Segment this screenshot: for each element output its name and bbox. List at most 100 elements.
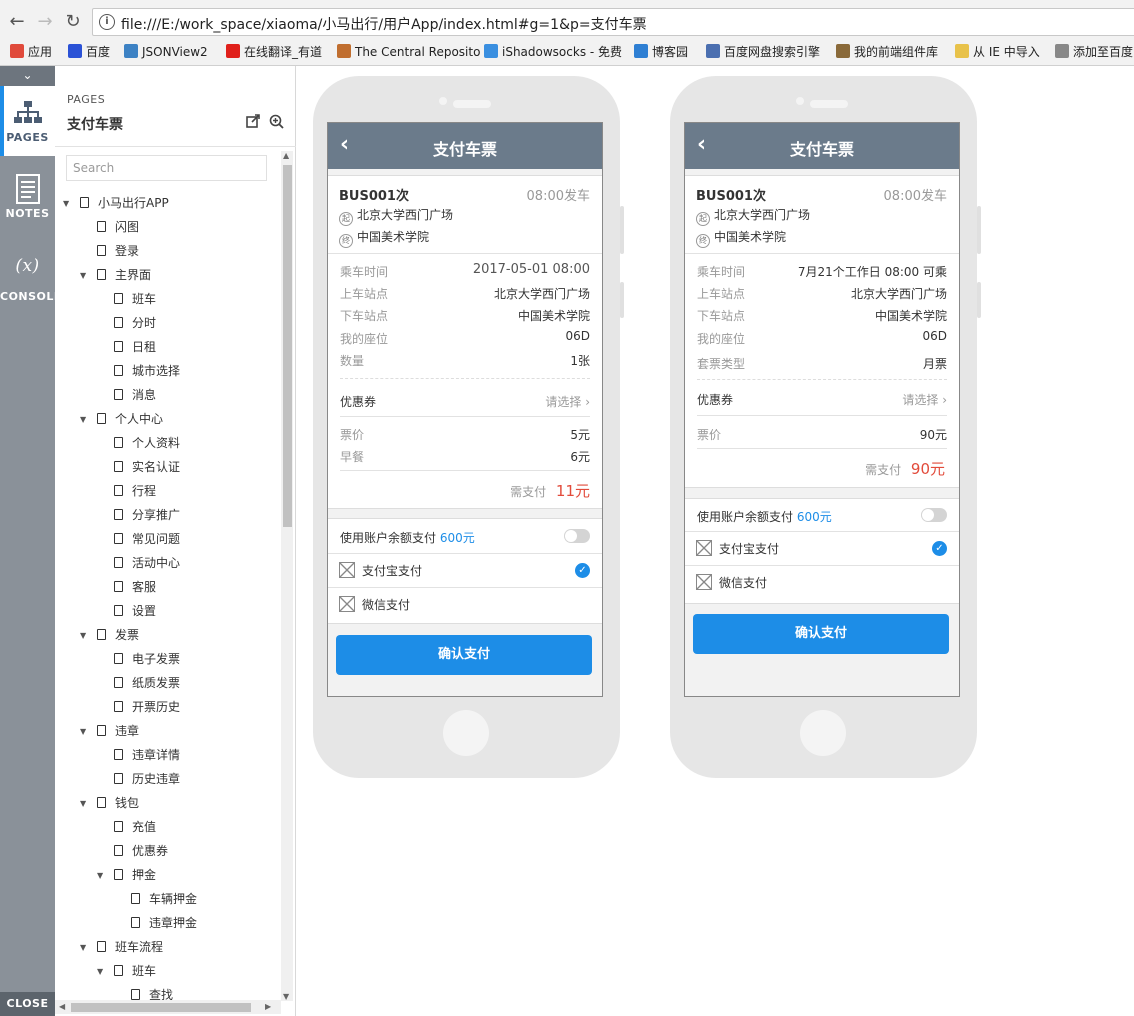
tree-item[interactable]: 车辆押金	[114, 887, 197, 911]
row-label: 我的座位	[697, 332, 746, 346]
page-document-icon	[97, 797, 106, 808]
tree-item[interactable]: 查找	[114, 983, 173, 1001]
alipay-option[interactable]: 支付宝支付	[696, 540, 779, 557]
confirm-pay-button[interactable]: 确认支付	[336, 635, 592, 675]
reload-icon[interactable]: ↻	[62, 11, 84, 33]
tree-item[interactable]: ▼ 班车	[97, 959, 156, 983]
scroll-left-arrow-icon[interactable]: ◀	[59, 1002, 65, 1011]
wechat-option[interactable]: 微信支付	[339, 596, 410, 613]
tree-item[interactable]: ▼ 钱包	[80, 791, 139, 815]
bookmark-favicon-icon	[836, 44, 850, 58]
bookmark-item[interactable]: JSONView2	[124, 43, 208, 61]
expand-triangle-icon[interactable]: ▼	[80, 264, 90, 288]
tree-item[interactable]: 开票历史	[97, 695, 180, 719]
expand-triangle-icon[interactable]: ▼	[63, 192, 73, 216]
bookmark-favicon-icon	[124, 44, 138, 58]
tree-item[interactable]: 违章详情	[97, 743, 180, 767]
tree-item[interactable]: 分享推广	[97, 503, 180, 527]
bookmark-item[interactable]: 百度	[68, 43, 110, 61]
tree-item[interactable]: 设置	[97, 599, 156, 623]
tree-item[interactable]: 行程	[97, 479, 156, 503]
tree-item[interactable]: 活动中心	[97, 551, 180, 575]
address-bar[interactable]: i file:///E:/work_space/xiaoma/小马出行/用户Ap…	[92, 8, 1134, 36]
bookmark-item[interactable]: iShadowsocks - 免费	[484, 43, 622, 61]
tree-item[interactable]: 电子发票	[97, 647, 180, 671]
bookmark-item[interactable]: 应用	[10, 43, 52, 61]
bookmark-label: 博客园	[652, 45, 689, 59]
vertical-scrollbar[interactable]: ▲ ▼	[281, 151, 293, 1001]
collapse-chevron-icon[interactable]: ⌄	[0, 66, 55, 86]
end-stop: 终中国美术学院	[339, 228, 429, 248]
bookmark-item[interactable]: The Central Reposito	[337, 43, 480, 61]
wechat-option[interactable]: 微信支付	[696, 574, 767, 591]
console-tab[interactable]: (x) CONSOLE	[0, 256, 61, 306]
close-button[interactable]: CLOSE	[0, 992, 55, 1016]
bookmark-item[interactable]: 博客园	[634, 43, 688, 61]
bookmark-item[interactable]: 我的前端组件库	[836, 43, 938, 61]
alipay-option[interactable]: 支付宝支付	[339, 562, 422, 579]
tree-item[interactable]: 分时	[97, 311, 156, 335]
confirm-pay-button[interactable]: 确认支付	[693, 614, 949, 654]
tree-item[interactable]: ▼ 个人中心	[80, 407, 163, 431]
forward-arrow-icon[interactable]: →	[34, 11, 56, 33]
checkmark-icon[interactable]: ✓	[575, 563, 590, 578]
tree-item[interactable]: 城市选择	[97, 359, 180, 383]
expand-triangle-icon[interactable]: ▼	[80, 792, 90, 816]
notes-tab[interactable]: NOTES	[0, 174, 55, 234]
tree-item[interactable]: 优惠券	[97, 839, 168, 863]
export-icon[interactable]	[245, 114, 261, 130]
coupon-selector[interactable]: 请选择 ›	[545, 393, 590, 410]
scrollbar-thumb[interactable]	[71, 1003, 251, 1012]
tree-item[interactable]: 常见问题	[97, 527, 180, 551]
search-input[interactable]	[66, 155, 267, 181]
tree-item[interactable]: 消息	[97, 383, 156, 407]
tree-item[interactable]: 充值	[97, 815, 156, 839]
tree-item[interactable]: 纸质发票	[97, 671, 180, 695]
tree-item[interactable]: 违章押金	[114, 911, 197, 935]
bookmark-favicon-icon	[10, 44, 24, 58]
tree-item[interactable]: 个人资料	[97, 431, 180, 455]
url-text[interactable]: file:///E:/work_space/xiaoma/小马出行/用户App/…	[121, 14, 647, 34]
expand-triangle-icon[interactable]: ▼	[80, 408, 90, 432]
locate-page-icon[interactable]	[268, 114, 284, 130]
tree-item[interactable]: ▼ 主界面	[80, 263, 151, 287]
bookmark-item[interactable]: 添加至百度	[1055, 43, 1133, 61]
checkmark-icon[interactable]: ✓	[932, 541, 947, 556]
tree-item[interactable]: ▼ 押金	[97, 863, 156, 887]
page-info-icon[interactable]: i	[99, 14, 115, 30]
tree-item[interactable]: 登录	[80, 239, 139, 263]
balance-toggle[interactable]	[921, 508, 947, 522]
scroll-down-arrow-icon[interactable]: ▼	[283, 992, 289, 1001]
expand-triangle-icon[interactable]: ▼	[80, 624, 90, 648]
tree-item[interactable]: 日租	[97, 335, 156, 359]
expand-triangle-icon[interactable]: ▼	[97, 864, 107, 888]
back-arrow-icon[interactable]: ←	[6, 11, 28, 33]
bookmark-item[interactable]: 在线翻译_有道	[226, 43, 322, 61]
tree-item[interactable]: ▼ 违章	[80, 719, 139, 743]
tree-item[interactable]: ▼ 发票	[80, 623, 139, 647]
scroll-up-arrow-icon[interactable]: ▲	[283, 151, 289, 160]
tree-item[interactable]: 实名认证	[97, 455, 180, 479]
price-value: 5元	[570, 428, 590, 442]
scrollbar-thumb[interactable]	[283, 165, 292, 527]
balance-toggle[interactable]	[564, 529, 590, 543]
tree-item[interactable]: ▼ 班车流程	[80, 935, 163, 959]
tree-item[interactable]: 班车	[97, 287, 156, 311]
bookmark-label: 我的前端组件库	[854, 45, 939, 59]
horizontal-scrollbar[interactable]: ◀ ▶	[55, 1000, 281, 1014]
bookmark-item[interactable]: 百度网盘搜索引擎	[706, 43, 820, 61]
expand-triangle-icon[interactable]: ▼	[97, 960, 107, 984]
tree-item[interactable]: ▼ 小马出行APP	[63, 191, 169, 215]
expand-triangle-icon[interactable]: ▼	[80, 936, 90, 960]
tree-item[interactable]: 客服	[97, 575, 156, 599]
bookmark-item[interactable]: 从 IE 中导入	[955, 43, 1040, 61]
row-value: 1张	[570, 354, 590, 368]
tree-item[interactable]: 闪图	[80, 215, 139, 239]
pages-tab[interactable]: PAGES	[0, 86, 55, 156]
tree-item[interactable]: 历史违章	[97, 767, 180, 791]
tree-item-label: 客服	[132, 580, 157, 594]
expand-triangle-icon[interactable]: ▼	[80, 720, 90, 744]
row-value: 中国美术学院	[517, 309, 590, 323]
coupon-selector[interactable]: 请选择 ›	[902, 391, 947, 408]
scroll-right-arrow-icon[interactable]: ▶	[265, 1002, 271, 1011]
